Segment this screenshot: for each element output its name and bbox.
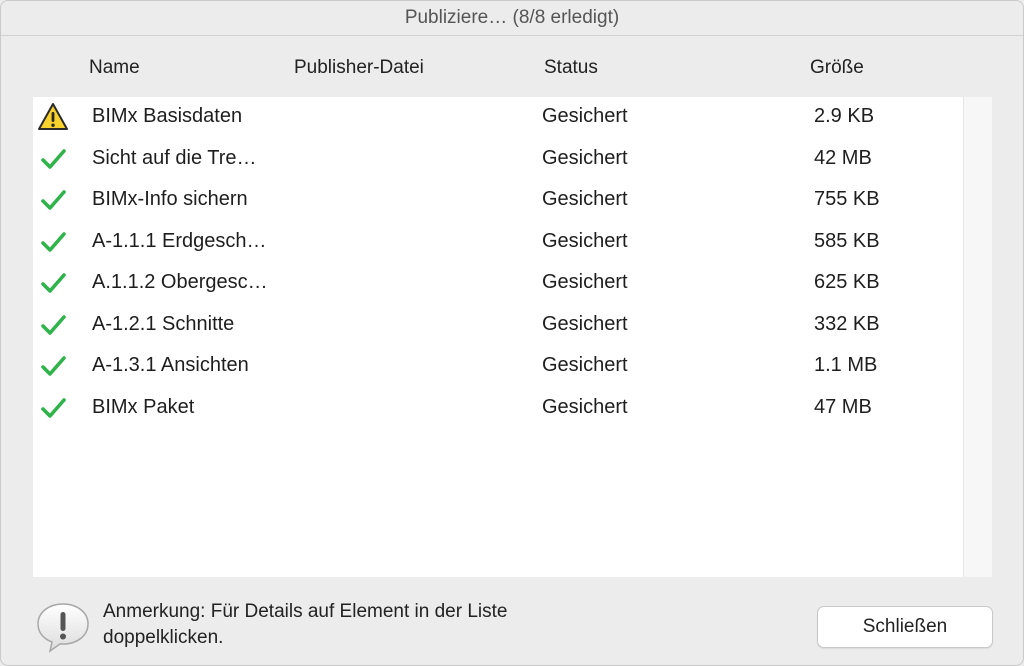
- list-item[interactable]: Sicht auf die Tre… Gesichert 42 MB: [33, 138, 963, 179]
- item-name: A.1.1.2 Obergesc…: [92, 271, 268, 293]
- list-item[interactable]: A-1.3.1 Ansichten Gesichert 1.1 MB: [33, 345, 963, 386]
- window-title: Publiziere… (8/8 erledigt): [1, 1, 1023, 36]
- item-status: Gesichert: [542, 146, 628, 169]
- note-text: Anmerkung: Für Details auf Element in de…: [103, 599, 663, 651]
- checkmark-icon: [37, 392, 69, 424]
- checkmark-icon: [37, 350, 69, 382]
- warning-icon: [37, 101, 69, 133]
- note-line-2: doppelklicken.: [103, 627, 224, 648]
- checkmark-icon: [37, 143, 69, 175]
- item-status: Gesichert: [542, 188, 628, 210]
- item-status: Gesichert: [542, 395, 628, 418]
- item-name: BIMx-Info sichern: [92, 188, 248, 210]
- list-item[interactable]: A.1.1.2 Obergesc… Gesichert 625 KB: [33, 262, 963, 303]
- checkmark-icon: [37, 267, 69, 299]
- item-status: Gesichert: [542, 105, 628, 127]
- column-header-publisher-file[interactable]: Publisher-Datei: [294, 57, 424, 79]
- column-header-row: Name Publisher-Datei Status Größe: [1, 57, 1023, 85]
- item-name: A-1.3.1 Ansichten: [92, 354, 249, 376]
- column-header-size[interactable]: Größe: [810, 57, 864, 79]
- item-status: Gesichert: [542, 271, 628, 293]
- item-name: BIMx Basisdaten: [92, 105, 243, 127]
- exclamation-bubble-icon: [37, 603, 89, 653]
- item-status: Gesichert: [542, 354, 628, 376]
- item-status: Gesichert: [542, 312, 628, 335]
- item-name: BIMx Paket: [92, 395, 195, 418]
- item-size: 585 KB: [814, 229, 880, 252]
- list-item[interactable]: A-1.1.1 Erdgesch… Gesichert 585 KB: [33, 221, 963, 262]
- item-size: 42 MB: [814, 146, 872, 169]
- column-header-status[interactable]: Status: [544, 57, 598, 79]
- note-line-1: Anmerkung: Für Details auf Element in de…: [103, 601, 508, 622]
- item-size: 625 KB: [814, 271, 880, 293]
- item-size: 1.1 MB: [814, 354, 878, 376]
- list-item[interactable]: BIMx-Info sichern Gesichert 755 KB: [33, 179, 963, 220]
- close-button[interactable]: Schließen: [817, 606, 993, 648]
- note-area: Anmerkung: Für Details auf Element in de…: [35, 599, 635, 659]
- list-item[interactable]: BIMx Basisdaten Gesichert 2.9 KB: [33, 96, 963, 137]
- item-status: Gesichert: [542, 229, 628, 252]
- publish-item-list[interactable]: BIMx Basisdaten Gesichert 2.9 KB Sicht auf …: [33, 97, 963, 577]
- item-name: A-1.2.1 Schnitte: [92, 312, 235, 335]
- item-size: 332 KB: [814, 312, 880, 335]
- item-size: 47 MB: [814, 395, 872, 418]
- list-item[interactable]: BIMx Paket Gesichert 47 MB: [33, 387, 963, 428]
- item-size: 755 KB: [814, 188, 880, 210]
- checkmark-icon: [37, 309, 69, 341]
- item-name: A-1.1.1 Erdgesch…: [92, 229, 267, 252]
- list-item[interactable]: A-1.2.1 Schnitte Gesichert 332 KB: [33, 304, 963, 345]
- column-header-name[interactable]: Name: [89, 57, 140, 79]
- item-name: Sicht auf die Tre…: [92, 146, 257, 169]
- list-scrollbar[interactable]: [963, 97, 992, 577]
- item-size: 2.9 KB: [814, 105, 875, 127]
- checkmark-icon: [37, 184, 69, 216]
- checkmark-icon: [37, 226, 69, 258]
- publish-dialog: Publiziere… (8/8 erledigt) Name Publishe…: [0, 0, 1024, 666]
